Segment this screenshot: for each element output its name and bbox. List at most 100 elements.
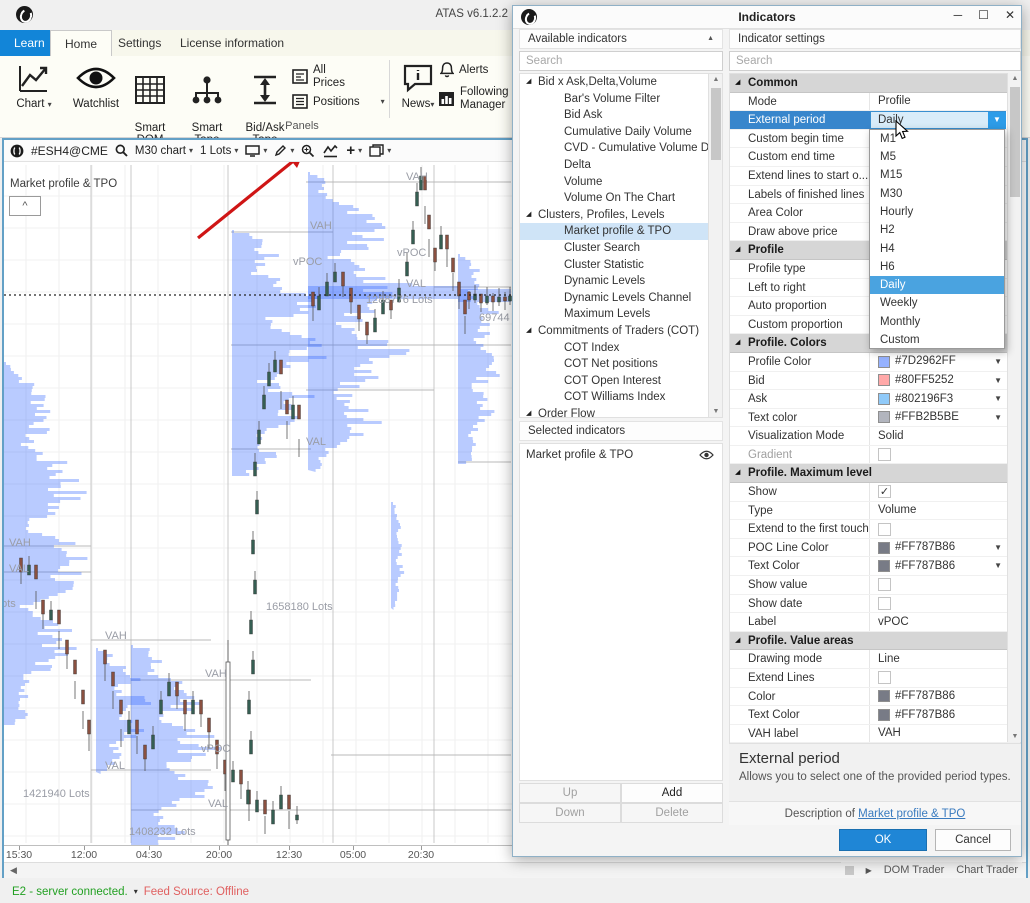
delete-button[interactable]: Delete xyxy=(621,803,723,823)
tab-settings[interactable]: Settings xyxy=(104,30,175,56)
setting-value[interactable] xyxy=(870,576,1006,594)
settings-row[interactable]: Extend to the first touch xyxy=(730,520,1020,539)
tree-item[interactable]: Dynamic Levels Channel xyxy=(520,290,722,307)
tree-item[interactable]: Cluster Search xyxy=(520,240,722,257)
lots-select[interactable]: 1 Lots▾ xyxy=(200,145,238,157)
minimize-button[interactable]: ─ xyxy=(954,8,963,22)
add-panel-button[interactable]: +▾ xyxy=(346,142,362,159)
add-button[interactable]: Add xyxy=(621,783,723,803)
setting-value[interactable]: Solid xyxy=(870,427,1006,445)
setting-value[interactable]: #7D2962FF xyxy=(870,353,1006,371)
close-button[interactable]: ✕ xyxy=(1005,8,1015,22)
tree-item[interactable]: Bar's Volume Filter xyxy=(520,91,722,108)
scroll-left-icon[interactable]: ◀ xyxy=(4,865,17,876)
setting-value[interactable] xyxy=(870,595,1006,613)
settings-group-header[interactable]: ◢Profile. Value areas xyxy=(730,632,1020,651)
dialog-titlebar[interactable]: Indicators ─ ☐ ✕ xyxy=(513,6,1021,29)
selected-indicator-item[interactable]: Market profile & TPO xyxy=(520,444,722,466)
setting-value[interactable]: Daily xyxy=(870,111,1006,129)
settings-row[interactable]: Text color#FFB2B5BE▼ xyxy=(730,409,1020,428)
dropdown-open-button[interactable]: ▼ xyxy=(988,112,1006,129)
dropdown-item[interactable]: M1 xyxy=(870,130,1004,148)
tree-item[interactable]: Bid Ask xyxy=(520,107,722,124)
tree-item[interactable]: COT Net positions xyxy=(520,356,722,373)
tree-item[interactable]: Dynamic Levels xyxy=(520,273,722,290)
chevron-down-icon[interactable]: ▼ xyxy=(994,390,1002,409)
tree-scrollbar[interactable]: ▲ ▼ xyxy=(708,74,722,417)
time-axis[interactable]: 15:3012:0004:3020:0012:3005:0020:30 xyxy=(4,845,513,862)
dropdown-item[interactable]: Hourly xyxy=(870,203,1004,221)
cancel-button[interactable]: Cancel xyxy=(935,829,1011,851)
tree-item[interactable]: Market profile & TPO xyxy=(520,223,722,240)
settings-row[interactable]: Visualization ModeSolid xyxy=(730,427,1020,446)
zoom-icon[interactable] xyxy=(301,144,315,157)
color-swatch[interactable] xyxy=(878,411,890,423)
expander-icon[interactable]: ◢ xyxy=(526,74,531,91)
smart-dom-button[interactable]: Smart DOM xyxy=(128,60,172,146)
setting-value[interactable] xyxy=(870,669,1006,687)
alerts-button[interactable]: Alerts xyxy=(440,62,488,78)
setting-value[interactable]: Volume xyxy=(870,502,1006,520)
settings-row[interactable]: POC Line Color#FF787B86▼ xyxy=(730,539,1020,558)
setting-value[interactable]: #FF787B86 xyxy=(870,557,1006,575)
settings-scrollbar[interactable]: ▲ ▼ xyxy=(1007,73,1021,742)
collapse-up-icon[interactable]: ▲ xyxy=(707,30,714,48)
chevron-down-icon[interactable]: ▼ xyxy=(994,557,1002,576)
expander-icon[interactable]: ◢ xyxy=(526,323,531,340)
color-swatch[interactable] xyxy=(878,374,890,386)
available-search-input[interactable]: Search xyxy=(519,51,723,71)
checkbox[interactable] xyxy=(878,523,891,536)
tree-group[interactable]: ◢Order Flow xyxy=(520,406,722,418)
settings-row[interactable]: Extend Lines xyxy=(730,669,1020,688)
setting-value[interactable]: #FF787B86 xyxy=(870,706,1006,724)
tree-item[interactable]: COT Index xyxy=(520,340,722,357)
chevron-down-icon[interactable]: ▼ xyxy=(994,539,1002,558)
chevron-down-icon[interactable]: ▾ xyxy=(134,887,138,896)
smart-tape-button[interactable]: Smart Tape xyxy=(184,60,230,146)
eye-icon[interactable] xyxy=(699,450,714,460)
setting-value[interactable]: #802196F3 xyxy=(870,390,1006,408)
available-indicators-header[interactable]: Available indicators ▲ xyxy=(519,29,723,49)
checkbox[interactable] xyxy=(878,597,891,610)
color-swatch[interactable] xyxy=(878,356,890,368)
settings-row[interactable]: Text Color#FF787B86 xyxy=(730,706,1020,725)
setting-value[interactable]: #FF787B86 xyxy=(870,539,1006,557)
expand-panel-icon[interactable]: ▶ xyxy=(866,866,872,875)
settings-row[interactable]: VAH labelVAH xyxy=(730,725,1020,744)
bid-ask-tape-button[interactable]: Bid/Ask Tape xyxy=(240,60,290,146)
color-swatch[interactable] xyxy=(878,560,890,572)
dropdown-item[interactable]: Monthly xyxy=(870,313,1004,331)
chevron-down-icon[interactable]: ▼ xyxy=(994,409,1002,428)
tree-item[interactable]: Volume xyxy=(520,174,722,191)
expander-icon[interactable]: ◢ xyxy=(526,406,531,418)
up-button[interactable]: Up xyxy=(519,783,621,803)
dropdown-item[interactable]: Daily xyxy=(870,276,1004,294)
tab-chart-trader[interactable]: Chart Trader xyxy=(956,864,1018,876)
settings-row[interactable]: Bid#80FF5252▼ xyxy=(730,372,1020,391)
tree-item[interactable]: CVD - Cumulative Volume Delta xyxy=(520,140,722,157)
tree-item[interactable]: Volume On The Chart xyxy=(520,190,722,207)
tree-item[interactable]: Delta xyxy=(520,157,722,174)
period-dropdown[interactable]: M1M5M15M30HourlyH2H4H6DailyWeeklyMonthly… xyxy=(869,129,1005,349)
settings-group-header[interactable]: ◢Profile. Maximum level xyxy=(730,464,1020,483)
setting-value[interactable]: vPOC xyxy=(870,613,1006,631)
dropdown-item[interactable]: M15 xyxy=(870,166,1004,184)
settings-row[interactable]: Ask#802196F3▼ xyxy=(730,390,1020,409)
dropdown-item[interactable]: M5 xyxy=(870,148,1004,166)
settings-row[interactable]: Color#FF787B86 xyxy=(730,688,1020,707)
tree-item[interactable]: COT Open Interest xyxy=(520,373,722,390)
settings-row[interactable]: Drawing modeLine xyxy=(730,650,1020,669)
maximize-button[interactable]: ☐ xyxy=(978,8,989,22)
tab-license-information[interactable]: License information xyxy=(166,30,298,56)
setting-value[interactable]: Line xyxy=(870,650,1006,668)
chart-button[interactable]: Chart ▾ xyxy=(8,60,60,110)
search-icon[interactable] xyxy=(115,144,128,157)
settings-row[interactable]: ModeProfile xyxy=(730,93,1020,112)
settings-row[interactable]: LabelvPOC xyxy=(730,613,1020,632)
chart-plot-area[interactable]: Market profile & TPO ^ VAHVALLotsVAHVAL1… xyxy=(4,162,513,845)
setting-value[interactable] xyxy=(870,520,1006,538)
settings-group-header[interactable]: ◢Common xyxy=(730,74,1020,93)
checkbox[interactable] xyxy=(878,578,891,591)
checkbox[interactable] xyxy=(878,448,891,461)
settings-row[interactable]: Show✓ xyxy=(730,483,1020,502)
